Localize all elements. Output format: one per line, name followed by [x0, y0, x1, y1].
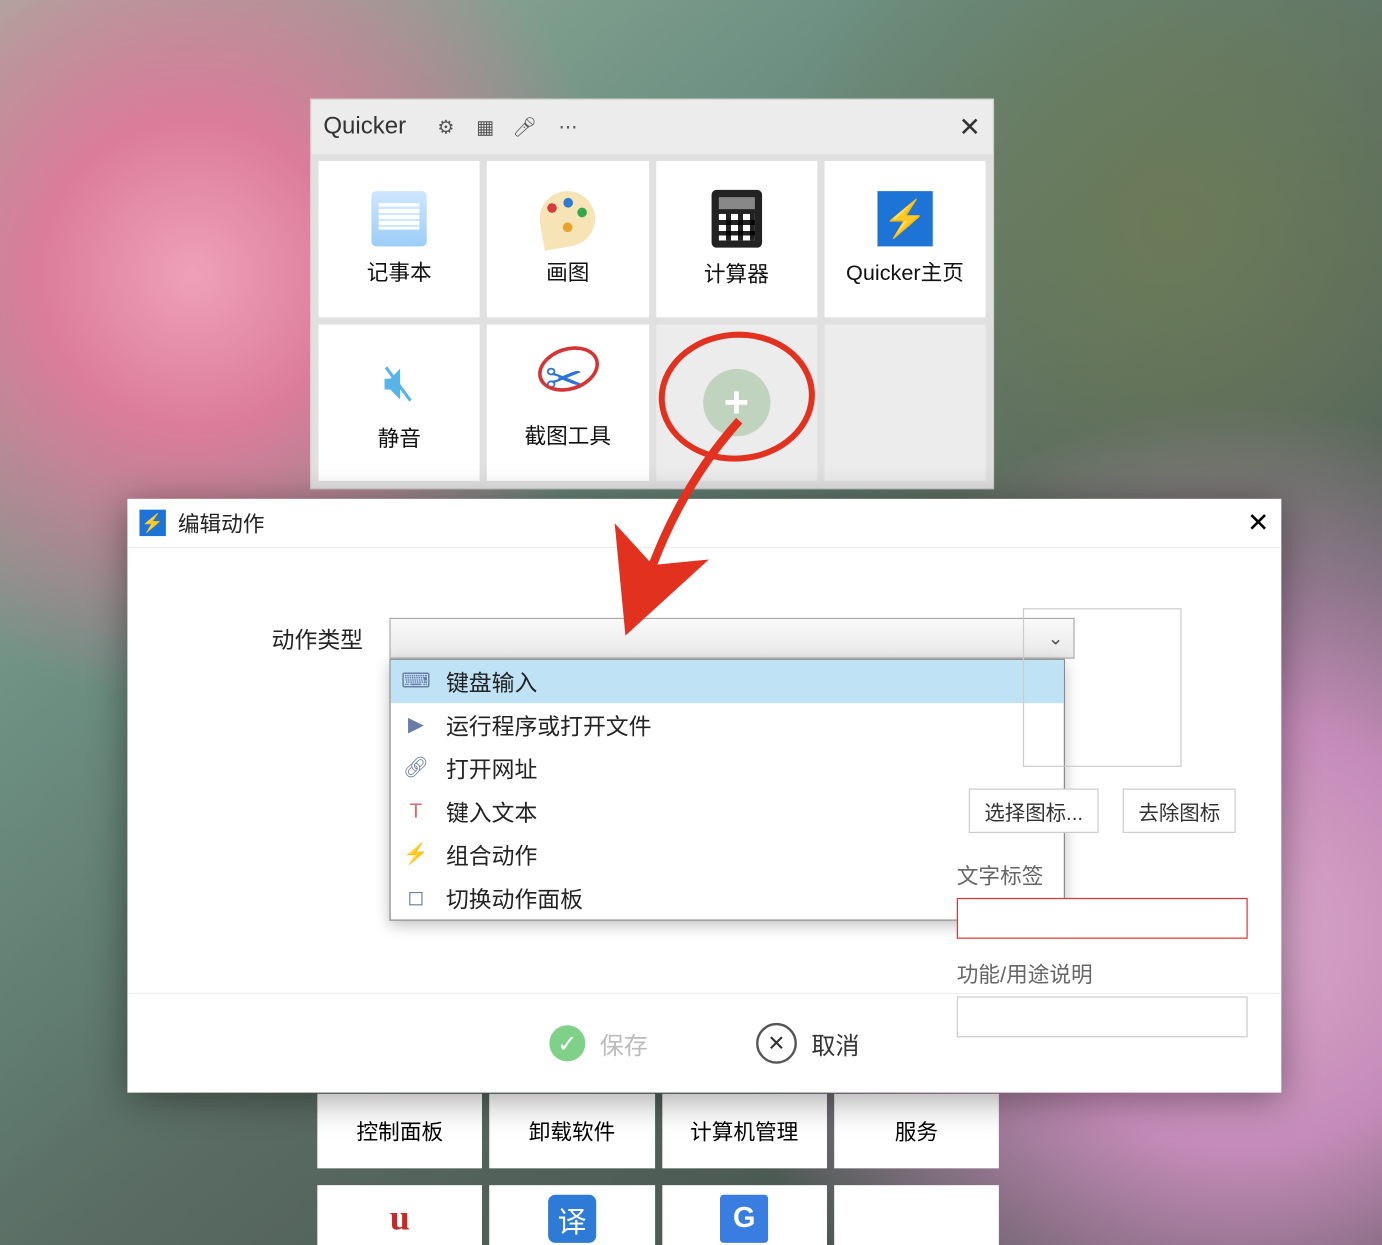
annotation-circle	[654, 326, 819, 466]
dialog-title: 编辑动作	[178, 507, 265, 538]
quicker-bottom-icons: u 译 G	[310, 1178, 1006, 1245]
u-logo-icon: u	[390, 1198, 410, 1239]
cell-label: 服务	[895, 1115, 938, 1146]
save-button[interactable]: ✓ 保存	[549, 1025, 648, 1061]
gear-icon[interactable]: ⚙	[437, 115, 454, 139]
qr-icon[interactable]: ▦	[476, 115, 491, 139]
google-icon: G	[720, 1195, 768, 1243]
desc-label: 功能/用途说明	[957, 958, 1248, 989]
edit-action-dialog: ⚡ 编辑动作 ✕ 动作类型 ⌄ ⌨ 键盘输入 ▶ 运行程序或打开文件 🔗︎ 打开…	[127, 499, 1281, 1093]
cell-mute[interactable]: 🔇︎ 静音	[319, 325, 480, 481]
cell-empty[interactable]	[824, 325, 985, 481]
bolt-icon: ⚡	[877, 191, 932, 246]
cell-label: 截图工具	[525, 419, 612, 450]
quicker-window: Quicker ⚙ ▦ 🎤︎ ⋯ ✕ 记事本 画图 计算器 ⚡ Quicker主…	[310, 99, 994, 490]
cell-snip[interactable]: 截图工具	[487, 325, 648, 481]
cell-notepad[interactable]: 记事本	[319, 161, 480, 317]
close-icon[interactable]: ✕	[959, 111, 981, 142]
select-icon-button[interactable]: 选择图标...	[969, 789, 1099, 833]
app-name: Quicker	[323, 113, 406, 141]
cell-label: Quicker主页	[846, 256, 964, 287]
icon-cell-translate[interactable]: 译	[490, 1185, 655, 1245]
cell-label: 画图	[546, 256, 589, 287]
dropdown-item-label: 打开网址	[446, 752, 537, 784]
remove-icon-button[interactable]: 去除图标	[1123, 789, 1236, 833]
button-label: 取消	[811, 1026, 859, 1061]
more-icon[interactable]: ⋯	[559, 115, 578, 139]
cell-label: 计算器	[704, 257, 769, 288]
cell-label: 记事本	[367, 256, 432, 287]
dialog-titlebar: ⚡ 编辑动作 ✕	[127, 499, 1281, 548]
text-tag-label: 文字标签	[957, 859, 1248, 890]
snip-icon	[540, 355, 595, 410]
dropdown-item-label: 键入文本	[446, 795, 537, 827]
desc-input[interactable]	[957, 996, 1248, 1037]
check-icon: ✓	[549, 1025, 585, 1061]
link-icon: 🔗︎	[403, 755, 429, 781]
cell-control-panel[interactable]: 控制面板	[317, 1094, 482, 1169]
dropdown-item-label: 运行程序或打开文件	[446, 709, 652, 741]
cell-computer-mgmt[interactable]: 计算机管理	[662, 1094, 827, 1169]
close-icon[interactable]: ✕	[1247, 507, 1269, 538]
icon-preview	[1023, 608, 1182, 767]
button-label: 去除图标	[1138, 802, 1220, 825]
button-label: 选择图标...	[984, 802, 1083, 825]
button-label: 保存	[600, 1026, 648, 1061]
cell-label: 控制面板	[357, 1115, 444, 1146]
run-icon: ▶	[403, 712, 429, 738]
bolt-small-icon: ⚡	[403, 841, 429, 867]
cancel-button[interactable]: ✕ 取消	[756, 1023, 859, 1064]
keyboard-icon: ⌨	[403, 668, 429, 694]
mute-icon: 🔇︎	[383, 353, 415, 412]
action-grid: 记事本 画图 计算器 ⚡ Quicker主页 🔇︎ 静音 截图工具 +	[311, 154, 993, 488]
icon-cell-u[interactable]: u	[317, 1185, 482, 1245]
mic-icon[interactable]: 🎤︎	[513, 115, 537, 139]
translate-icon: 译	[548, 1195, 596, 1243]
icon-cell-empty[interactable]	[834, 1185, 999, 1245]
cell-quicker-home[interactable]: ⚡ Quicker主页	[824, 161, 985, 317]
dropdown-item-label: 组合动作	[446, 838, 537, 870]
text-tag-input[interactable]	[957, 898, 1248, 939]
quicker-bottom-row: 控制面板 卸载软件 计算机管理 服务	[310, 1094, 1006, 1169]
text-icon: T	[403, 798, 429, 824]
icon-panel: 选择图标... 去除图标 文字标签 功能/用途说明	[957, 608, 1248, 1037]
cell-uninstall[interactable]: 卸载软件	[490, 1094, 655, 1169]
action-type-label: 动作类型	[272, 623, 363, 655]
notepad-icon	[372, 191, 427, 246]
dialog-body: 动作类型 ⌄ ⌨ 键盘输入 ▶ 运行程序或打开文件 🔗︎ 打开网址 T 键入文本…	[127, 548, 1281, 993]
bolt-icon: ⚡	[139, 510, 165, 536]
cell-label: 计算机管理	[690, 1115, 798, 1146]
dropdown-item-label: 切换动作面板	[446, 882, 583, 914]
cell-add[interactable]: +	[656, 325, 817, 481]
icon-cell-google[interactable]: G	[662, 1185, 827, 1245]
cell-paint[interactable]: 画图	[487, 161, 648, 317]
cell-label: 卸载软件	[529, 1115, 616, 1146]
quicker-titlebar: Quicker ⚙ ▦ 🎤︎ ⋯ ✕	[311, 100, 993, 154]
paint-icon	[536, 187, 600, 251]
panel-icon: ◻	[403, 885, 429, 911]
cell-label: 静音	[378, 421, 421, 452]
dropdown-item-label: 键盘输入	[446, 665, 537, 697]
calculator-icon	[711, 190, 761, 248]
x-icon: ✕	[756, 1023, 797, 1064]
cell-calculator[interactable]: 计算器	[656, 161, 817, 317]
cell-services[interactable]: 服务	[834, 1094, 999, 1169]
